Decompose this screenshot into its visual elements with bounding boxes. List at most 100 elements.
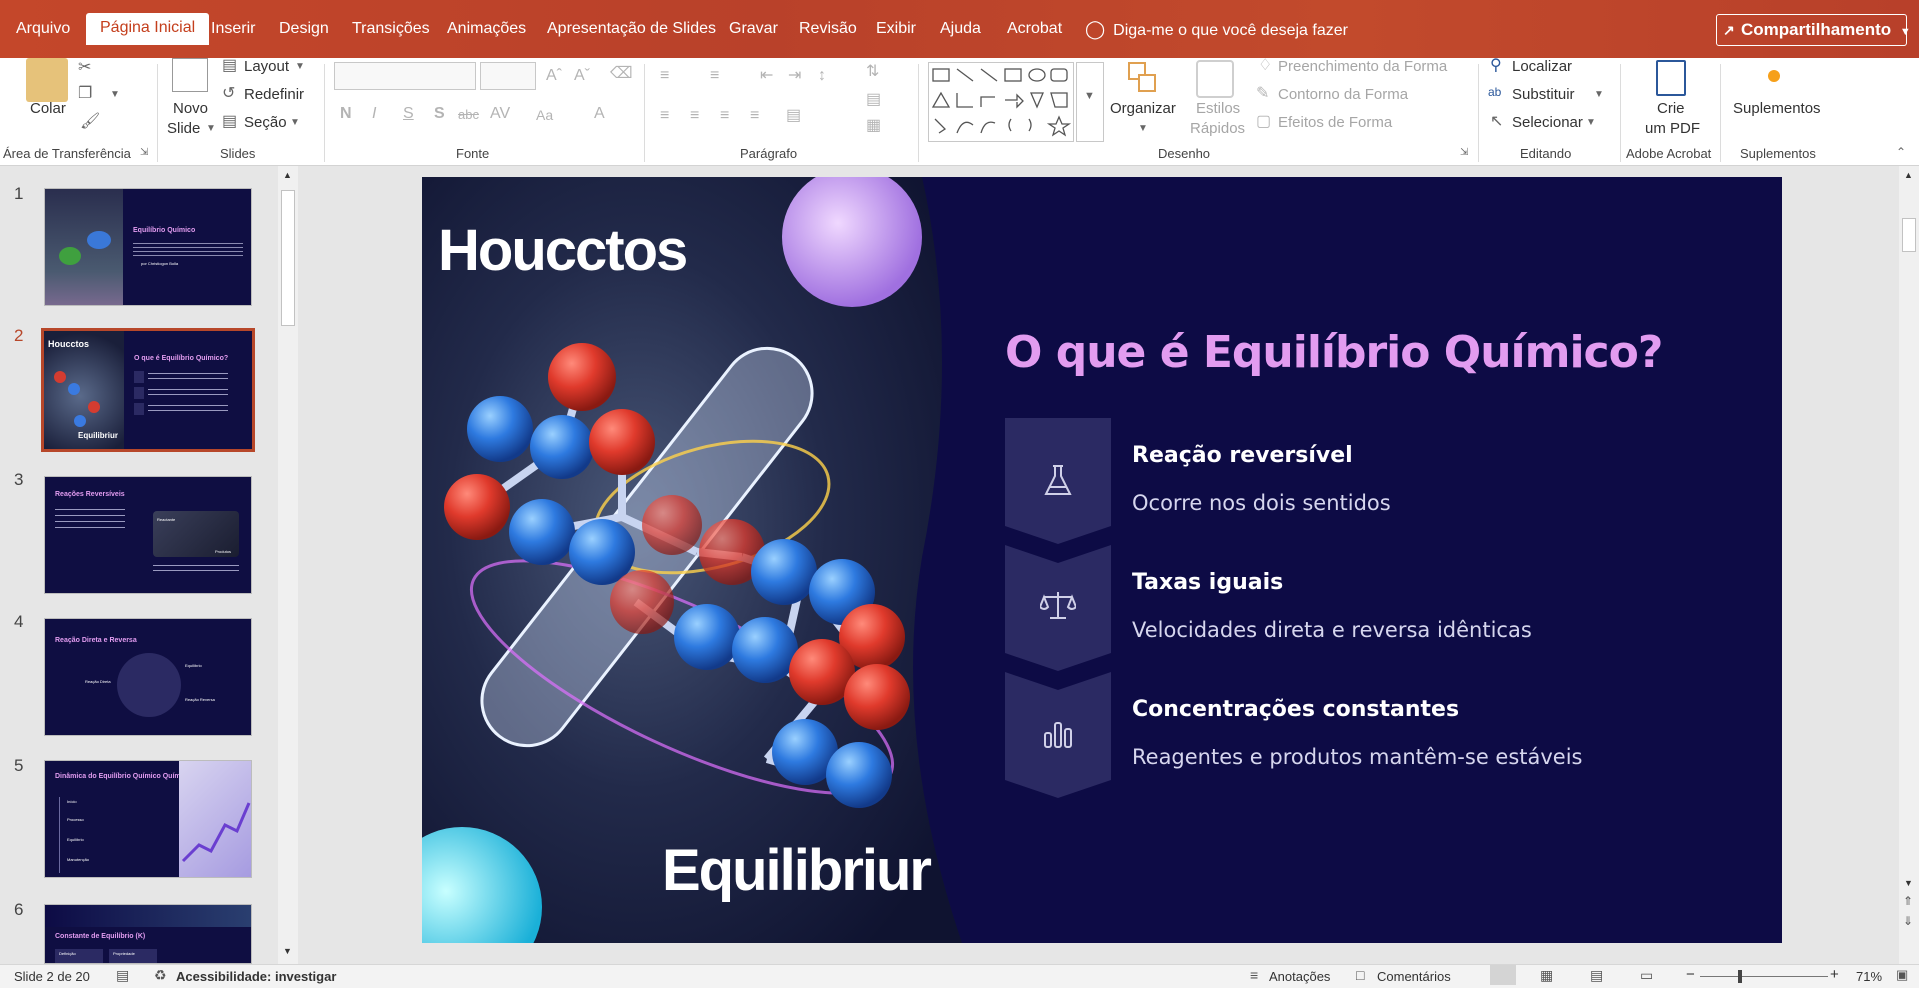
addins-button[interactable]: Suplementos: [1733, 100, 1821, 117]
collapse-ribbon-icon[interactable]: ⌃: [1896, 146, 1906, 158]
increase-indent-icon[interactable]: ⇥: [788, 68, 801, 84]
bold-icon[interactable]: N: [340, 106, 352, 122]
tab-design[interactable]: Design: [265, 14, 343, 44]
scroll-up-icon[interactable]: ▲: [283, 170, 292, 180]
justify-icon[interactable]: ≡: [750, 108, 759, 124]
bullets-icon[interactable]: ≡: [660, 68, 669, 84]
tab-revisao[interactable]: Revisão: [785, 14, 871, 44]
zoom-slider-track[interactable]: [1700, 976, 1828, 977]
line-spacing-icon[interactable]: ↕: [818, 68, 826, 84]
decrease-indent-icon[interactable]: ⇤: [760, 68, 773, 84]
cut-icon[interactable]: ✂: [78, 60, 91, 76]
shape-effects-button[interactable]: Efeitos de Forma: [1278, 114, 1392, 131]
chevron-down-icon[interactable]: ▼: [290, 118, 300, 128]
shape-fill-button[interactable]: Preenchimento da Forma: [1278, 58, 1447, 75]
tab-animacoes[interactable]: Animações: [433, 14, 540, 44]
decrease-font-icon[interactable]: Aˇ: [574, 68, 590, 84]
smartart-icon[interactable]: ▦: [866, 118, 881, 134]
chevron-down-icon[interactable]: ▼: [295, 62, 305, 72]
zoom-out-icon[interactable]: −: [1686, 966, 1695, 983]
scroll-up-icon[interactable]: ▲: [1904, 170, 1913, 180]
columns-icon[interactable]: ▤: [786, 108, 801, 124]
arrange-button[interactable]: Organizar: [1110, 100, 1176, 117]
thumbnail-scrollbar[interactable]: ▲ ▼: [278, 166, 298, 964]
select-button[interactable]: Selecionar: [1512, 114, 1583, 131]
tab-inserir[interactable]: Inserir: [197, 14, 269, 44]
numbering-icon[interactable]: ≡: [710, 68, 719, 84]
current-slide[interactable]: Houcctos Equilibriur O que é Equilíbrio …: [422, 177, 1782, 943]
tab-arquivo[interactable]: Arquivo: [2, 14, 84, 44]
next-slide-icon[interactable]: ⇓: [1903, 914, 1913, 928]
font-family-select[interactable]: [334, 62, 476, 90]
slide-thumbnail-6[interactable]: Constante de Equilíbrio (K) Definição Pr…: [44, 904, 252, 964]
zoom-slider-thumb[interactable]: [1738, 970, 1742, 983]
font-size-select[interactable]: [480, 62, 536, 90]
slide-scrollbar[interactable]: ▲ ▼ ⇑ ⇓: [1899, 166, 1919, 964]
slide-counter[interactable]: Slide 2 de 20: [14, 969, 90, 984]
chevron-down-icon[interactable]: ▼: [206, 124, 216, 134]
slide-thumbnail-5[interactable]: Dinâmica do Equilíbrio Químico Químico I…: [44, 760, 252, 878]
tab-transicoes[interactable]: Transições: [338, 14, 444, 44]
item-title[interactable]: Reação reversível: [1132, 443, 1353, 468]
copy-icon[interactable]: ❐: [78, 86, 92, 102]
find-button[interactable]: Localizar: [1512, 58, 1572, 75]
item-description[interactable]: Ocorre nos dois sentidos: [1132, 491, 1391, 515]
scroll-down-icon[interactable]: ▼: [283, 946, 292, 956]
slide-thumbnail-2[interactable]: Houcctos Equilibriur O que é Equilíbrio …: [41, 328, 255, 452]
zoom-level[interactable]: 71%: [1856, 969, 1882, 984]
slide-heading[interactable]: O que é Equilíbrio Químico?: [1005, 327, 1663, 378]
item-title[interactable]: Taxas iguais: [1132, 570, 1283, 595]
shapes-more-button[interactable]: ▼: [1076, 62, 1104, 142]
notes-button[interactable]: Anotações: [1269, 969, 1330, 984]
item-description[interactable]: Reagentes e produtos mantêm-se estáveis: [1132, 745, 1583, 769]
chevron-down-icon[interactable]: ▼: [1594, 90, 1604, 100]
zoom-in-icon[interactable]: +: [1830, 966, 1839, 983]
tell-me-box[interactable]: ◯ Diga-me o que você deseja fazer: [1085, 14, 1348, 44]
align-center-icon[interactable]: ≡: [690, 108, 699, 124]
quick-styles-label-1[interactable]: Estilos: [1196, 100, 1240, 117]
new-slide-label-2[interactable]: Slide: [167, 120, 200, 137]
increase-font-icon[interactable]: Aˆ: [546, 68, 562, 84]
item-description[interactable]: Velocidades direta e reversa idênticas: [1132, 618, 1532, 642]
shadow-icon[interactable]: S: [434, 106, 445, 122]
char-spacing-icon[interactable]: AV: [490, 106, 510, 122]
dialog-launcher-icon[interactable]: ⇲: [1460, 148, 1468, 158]
slide-thumbnail-1[interactable]: Equilíbrio Químico por Christiogon Bolla: [44, 188, 252, 306]
shape-outline-button[interactable]: Contorno da Forma: [1278, 86, 1408, 103]
comments-button[interactable]: Comentários: [1377, 969, 1451, 984]
chevron-down-icon[interactable]: ▼: [1586, 118, 1596, 128]
fit-slide-icon[interactable]: ▣: [1896, 967, 1908, 983]
normal-view-icon[interactable]: [1490, 965, 1516, 985]
slide-thumbnail-4[interactable]: Reação Direta e Reversa Reação Direta Eq…: [44, 618, 252, 736]
slideshow-icon[interactable]: ▭: [1640, 967, 1653, 984]
dialog-launcher-icon[interactable]: ⇲: [140, 148, 148, 158]
new-slide-label-1[interactable]: Novo: [173, 100, 208, 117]
scrollbar-thumb[interactable]: [1902, 218, 1916, 252]
scroll-down-icon[interactable]: ▼: [1904, 878, 1913, 888]
strikethrough-icon[interactable]: abc: [458, 108, 479, 121]
italic-icon[interactable]: I: [372, 106, 376, 122]
quick-styles-label-2[interactable]: Rápidos: [1190, 120, 1245, 137]
text-direction-icon[interactable]: ⇅: [866, 64, 879, 80]
align-text-icon[interactable]: ▤: [866, 92, 881, 108]
create-pdf-label-2[interactable]: um PDF: [1645, 120, 1700, 137]
section-button[interactable]: Seção: [244, 114, 287, 131]
clear-formatting-icon[interactable]: ⌫: [610, 66, 633, 82]
notes-page-icon[interactable]: ▤: [116, 967, 129, 984]
create-pdf-label-1[interactable]: Crie: [1657, 100, 1685, 117]
tab-acrobat[interactable]: Acrobat: [993, 14, 1076, 44]
chevron-down-icon[interactable]: ▼: [110, 90, 120, 100]
shapes-gallery[interactable]: [928, 62, 1074, 142]
align-right-icon[interactable]: ≡: [720, 108, 729, 124]
underline-icon[interactable]: S: [403, 106, 414, 122]
new-slide-icon[interactable]: [172, 58, 208, 92]
share-button[interactable]: ↗ Compartilhamento ▼: [1716, 14, 1911, 46]
slide-sorter-icon[interactable]: ▦: [1540, 967, 1553, 984]
accessibility-status[interactable]: Acessibilidade: investigar: [176, 969, 336, 984]
paste-label[interactable]: Colar: [30, 100, 66, 117]
format-painter-icon[interactable]: 🖌: [80, 114, 100, 130]
previous-slide-icon[interactable]: ⇑: [1903, 894, 1913, 908]
tab-pagina-inicial[interactable]: Página Inicial: [86, 13, 210, 45]
change-case-icon[interactable]: Aa: [536, 108, 553, 122]
layout-button[interactable]: Layout: [244, 58, 289, 75]
